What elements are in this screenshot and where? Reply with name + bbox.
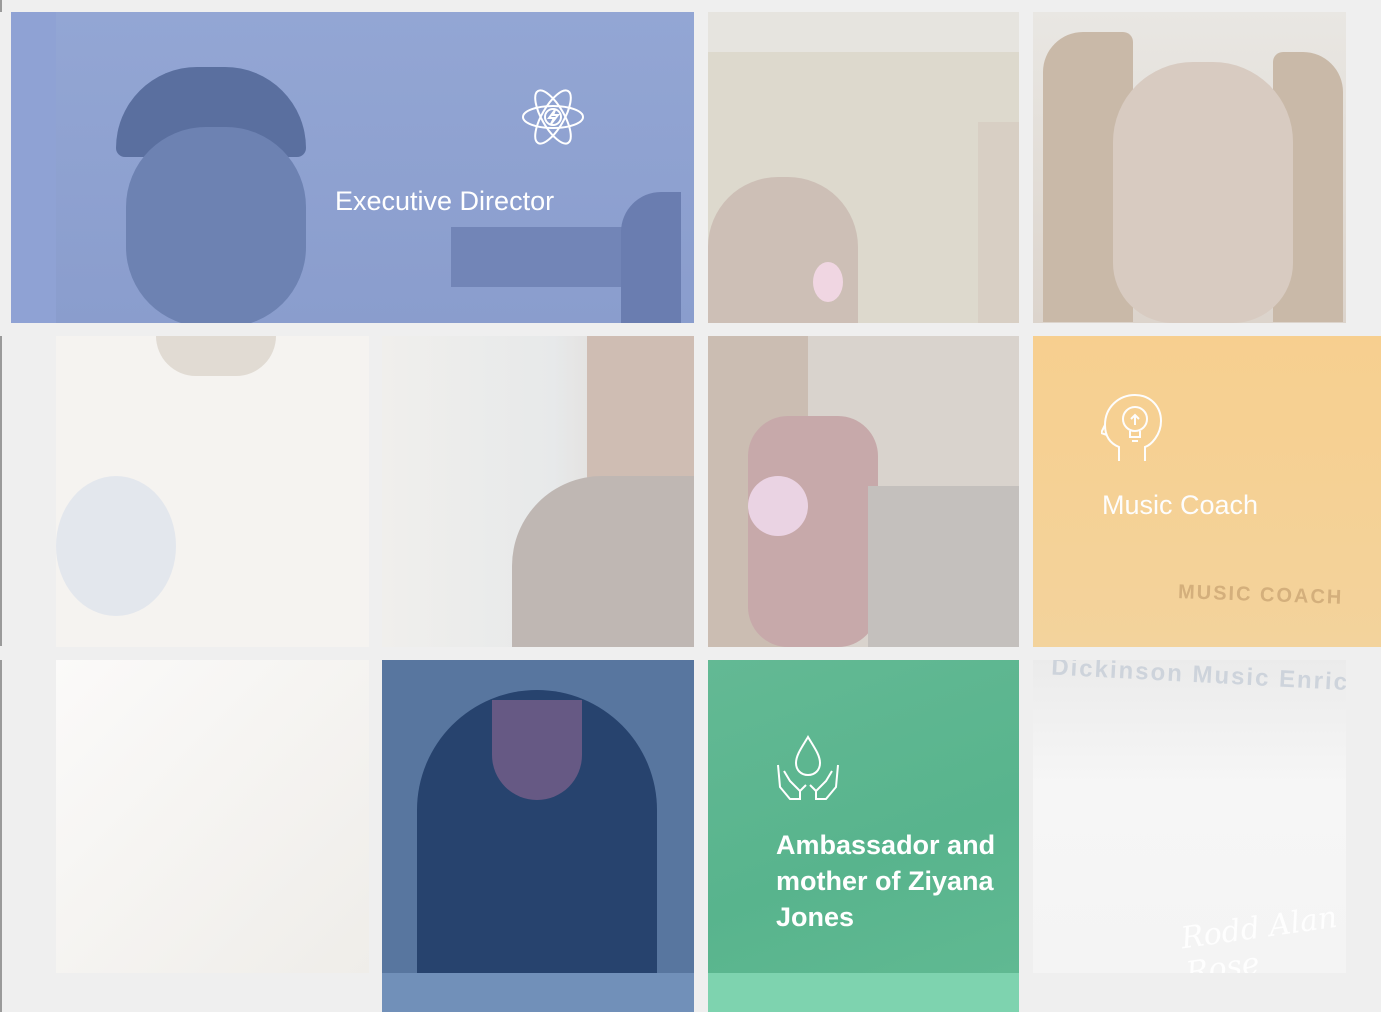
card-title: Music Coach xyxy=(1102,490,1259,520)
photo-tile xyxy=(708,12,1019,323)
team-card-executive-director[interactable]: Executive Director xyxy=(11,12,694,323)
shirt-text: MUSIC COACH xyxy=(1177,581,1344,609)
photo-tile: Dickinson Music Enrichment Center Rodd A… xyxy=(1033,660,1346,973)
photo-tile xyxy=(1033,12,1346,323)
atom-lightning-icon xyxy=(521,84,585,150)
left-edge-line xyxy=(0,0,2,12)
photo-tile xyxy=(56,660,369,973)
hands-water-drop-icon xyxy=(776,735,840,803)
team-card-ambassador[interactable]: Ambassador and mother of Ziyana Jones xyxy=(708,660,1019,973)
photo-tile xyxy=(382,660,694,1012)
card-title: Executive Director xyxy=(335,186,555,216)
photo-tile xyxy=(382,336,694,647)
left-edge-line xyxy=(0,660,2,1012)
photo-tile xyxy=(708,336,1019,647)
team-photo xyxy=(56,12,694,323)
ambassador-card-footer xyxy=(708,973,1019,1012)
left-edge-line xyxy=(0,336,2,646)
card-title: Ambassador and mother of Ziyana Jones xyxy=(776,830,996,932)
head-lightbulb-icon xyxy=(1101,391,1165,463)
photo-tile xyxy=(56,336,369,647)
team-card-music-coach[interactable]: MUSIC COACH Music Coach xyxy=(1033,336,1381,647)
